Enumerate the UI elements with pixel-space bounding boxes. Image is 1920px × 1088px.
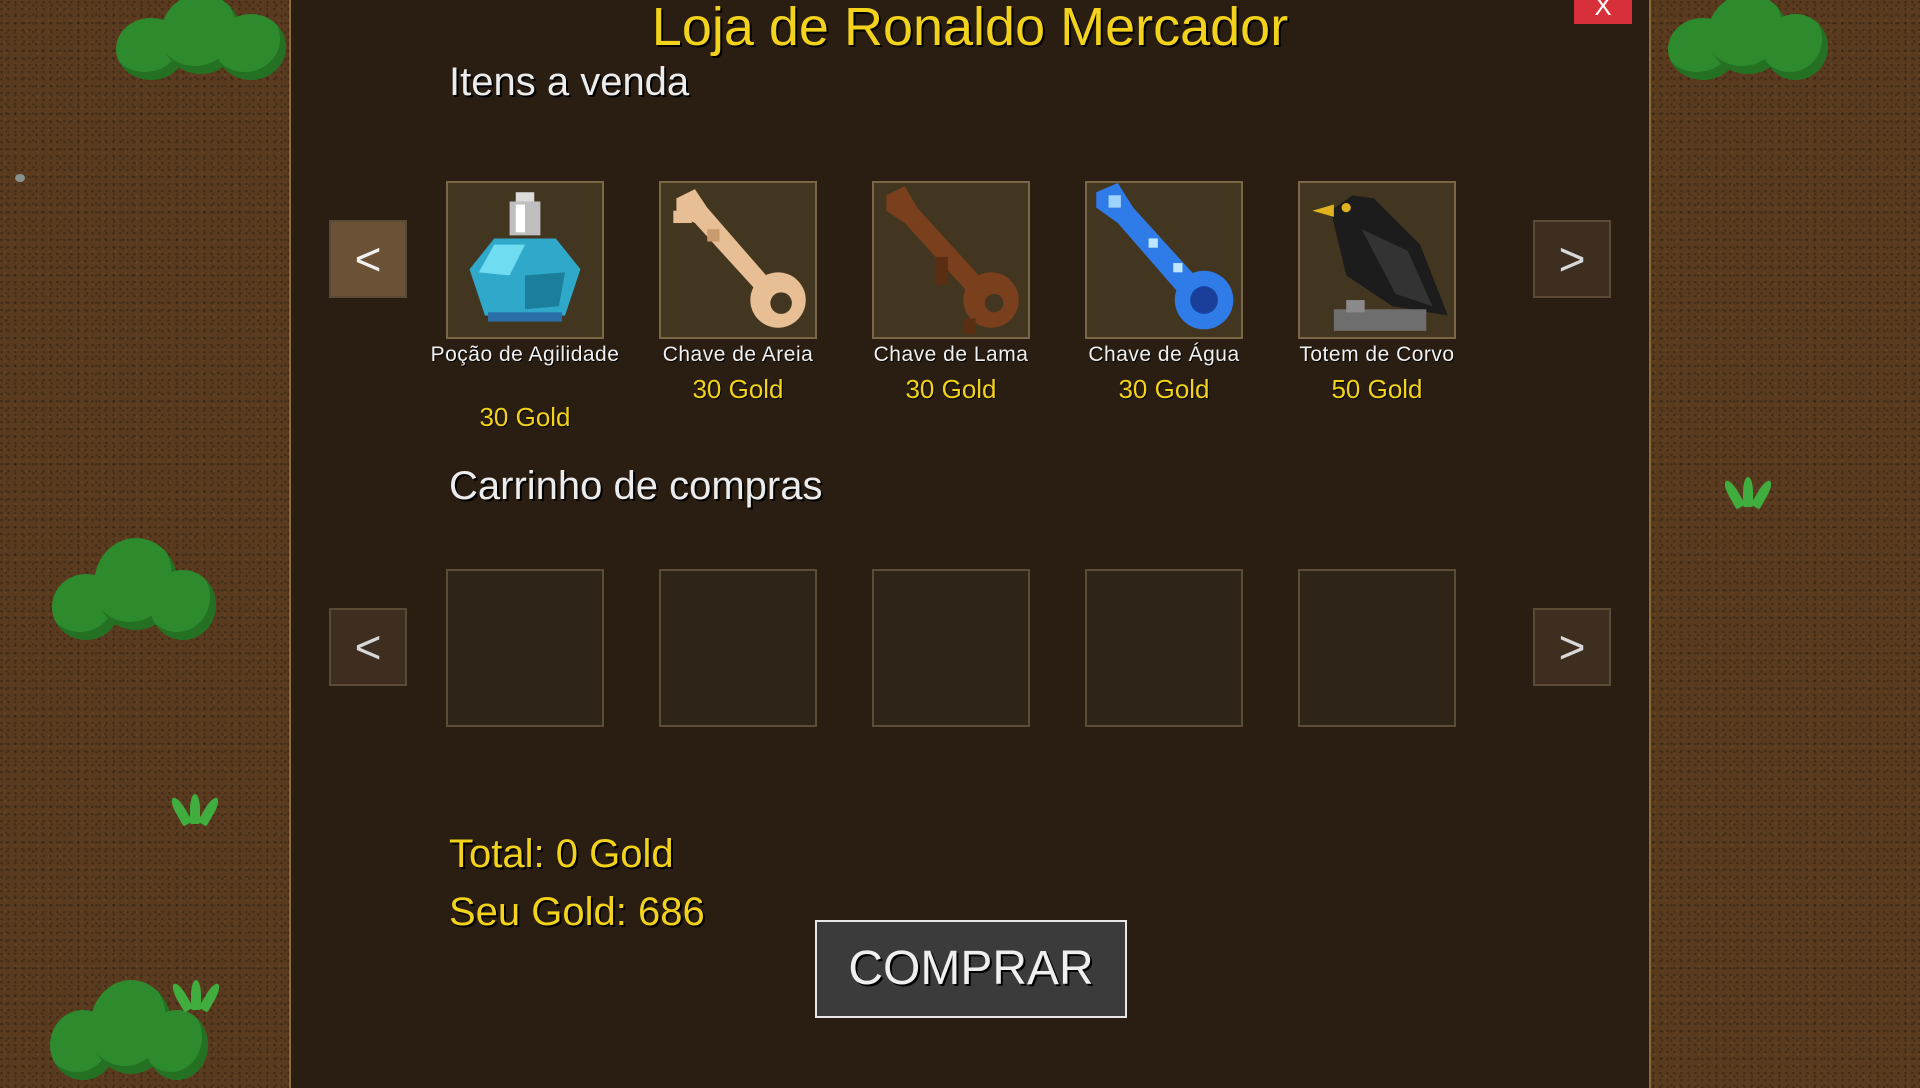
cart-slot[interactable] bbox=[1085, 569, 1243, 727]
shop-item-slot[interactable] bbox=[659, 181, 817, 339]
pebble bbox=[15, 174, 25, 182]
shop-item-slot[interactable] bbox=[872, 181, 1030, 339]
for-sale-prev-button[interactable]: < bbox=[329, 220, 407, 298]
close-button[interactable]: X bbox=[1574, 0, 1632, 24]
bush-decoration bbox=[1668, 0, 1828, 80]
sand-key-icon bbox=[673, 189, 806, 328]
bush-decoration bbox=[52, 538, 218, 642]
item-price: 30 Gold bbox=[692, 374, 784, 404]
item-name: Poção de Agilidade bbox=[430, 343, 620, 366]
water-key-icon bbox=[1096, 183, 1234, 330]
cart-slot[interactable] bbox=[446, 569, 604, 727]
agility-potion-icon bbox=[469, 192, 581, 322]
shop-panel: Loja de Ronaldo Mercador X Itens a venda… bbox=[289, 0, 1651, 1088]
item-price: 30 Gold bbox=[905, 374, 997, 404]
bush-decoration bbox=[116, 0, 286, 80]
item-price: 50 Gold bbox=[1331, 374, 1423, 404]
buy-button[interactable]: COMPRAR bbox=[815, 920, 1127, 1018]
cart-prev-button[interactable]: < bbox=[329, 608, 407, 686]
item-price: 30 Gold bbox=[479, 402, 571, 432]
cart-slot[interactable] bbox=[659, 569, 817, 727]
item-name: Chave de Água bbox=[1088, 343, 1240, 366]
shop-item-slot[interactable] bbox=[446, 181, 604, 339]
cart-next-button[interactable]: > bbox=[1533, 608, 1611, 686]
shop-item-slot[interactable] bbox=[1085, 181, 1243, 339]
for-sale-next-button[interactable]: > bbox=[1533, 220, 1611, 298]
shop-title: Loja de Ronaldo Mercador bbox=[651, 0, 1289, 57]
item-name: Chave de Areia bbox=[662, 343, 814, 366]
cart-total: Total: 0 Gold bbox=[449, 832, 674, 876]
item-price: 30 Gold bbox=[1118, 374, 1210, 404]
mud-key-icon bbox=[886, 186, 1019, 334]
cart-heading: Carrinho de compras bbox=[449, 464, 823, 508]
player-gold: Seu Gold: 686 bbox=[449, 890, 705, 934]
for-sale-heading: Itens a venda bbox=[449, 60, 690, 104]
cart-slot[interactable] bbox=[872, 569, 1030, 727]
shop-item-slot[interactable] bbox=[1298, 181, 1456, 339]
crow-totem-icon bbox=[1312, 195, 1448, 331]
item-name: Chave de Lama bbox=[873, 343, 1029, 366]
cart-slot[interactable] bbox=[1298, 569, 1456, 727]
item-name: Totem de Corvo bbox=[1299, 343, 1455, 366]
